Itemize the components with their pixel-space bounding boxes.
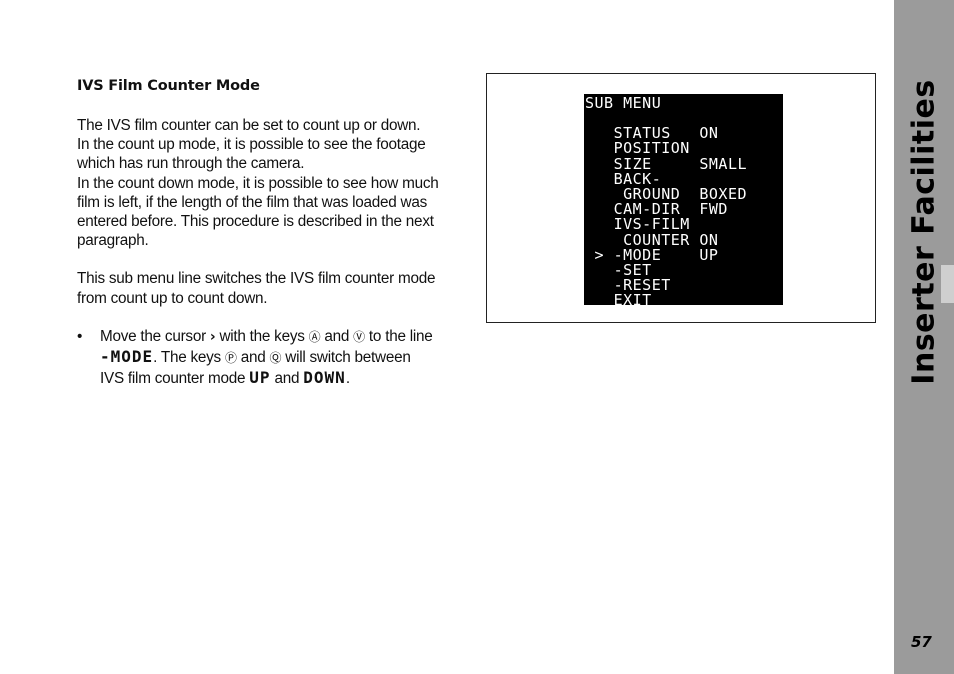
- text-run: and: [270, 370, 304, 388]
- text-run: Move the cursor: [100, 327, 210, 345]
- text-line: film is left, if the length of the film …: [77, 193, 428, 211]
- text-run: and: [320, 327, 354, 345]
- text-line: from count up to count down.: [77, 289, 268, 307]
- screen-figure: SUB MENU STATUS ON POSITION SIZE SMALL B…: [486, 73, 876, 323]
- chapter-title: Inserter Facilities: [906, 79, 942, 385]
- mode-down-label: DOWN: [303, 368, 346, 388]
- chapter-sidebar: Inserter Facilities 57: [894, 0, 954, 674]
- key-down-icon: Ⓥ: [353, 329, 365, 344]
- menu-line-name: -MODE: [100, 347, 154, 367]
- key-left-icon: Ⓠ: [269, 351, 282, 366]
- text-run: and: [236, 349, 270, 367]
- main-content: IVS Film Counter Mode The IVS film count…: [77, 76, 472, 388]
- text-line: This sub menu line switches the IVS film…: [77, 270, 436, 288]
- key-right-icon: Ⓟ: [224, 351, 237, 366]
- text-run: IVS film counter mode: [100, 370, 250, 388]
- text-line: which has run through the camera.: [77, 155, 305, 173]
- text-line: -MODE. The keys Ⓟ and Ⓠ will switch betw…: [100, 347, 472, 368]
- text-run: . The keys: [153, 349, 225, 367]
- chapter-marker: [941, 265, 954, 303]
- text-run: to the line: [364, 327, 433, 345]
- key-up-icon: Ⓐ: [308, 329, 321, 344]
- intro-paragraph: The IVS film counter can be set to count…: [77, 116, 472, 250]
- text-run: with the keys: [215, 327, 309, 345]
- sub-menu-screen: SUB MENU STATUS ON POSITION SIZE SMALL B…: [584, 94, 783, 305]
- bullet-icon: •: [77, 327, 83, 345]
- page-number: 57: [911, 633, 932, 651]
- text-run: .: [345, 370, 350, 388]
- screen-title: SUB MENU: [585, 94, 662, 112]
- mode-up-label: UP: [249, 368, 271, 388]
- text-line: Move the cursor › with the keys Ⓐ and Ⓥ …: [100, 327, 472, 347]
- text-line: IVS film counter mode UP and DOWN.: [100, 368, 472, 388]
- text-line: The IVS film counter can be set to count…: [77, 117, 421, 134]
- text-line: entered before. This procedure is descri…: [77, 213, 434, 231]
- description-paragraph: This sub menu line switches the IVS film…: [77, 269, 472, 307]
- section-heading: IVS Film Counter Mode: [77, 78, 260, 94]
- instruction-bullet: • Move the cursor › with the keys Ⓐ and …: [77, 327, 472, 389]
- menu-row-exit: EXIT: [585, 291, 652, 305]
- text-run: will switch between: [281, 349, 411, 367]
- text-line: paragraph.: [77, 232, 149, 250]
- text-line: In the count down mode, it is possible t…: [77, 174, 439, 192]
- text-line: In the count up mode, it is possible to …: [77, 136, 426, 154]
